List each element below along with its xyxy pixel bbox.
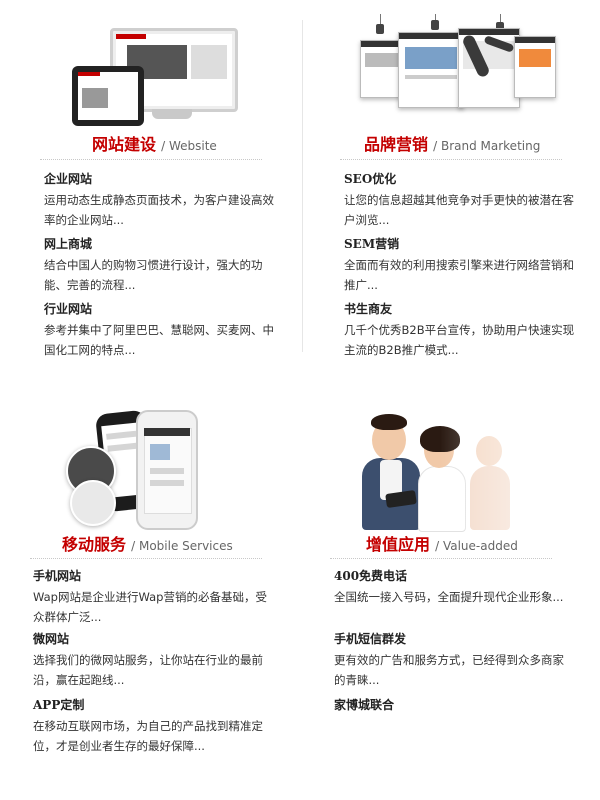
item-desc: 让您的信息超越其他竞争对手更快的被潜在客户浏览... [344, 193, 574, 227]
item-desc: 几千个优秀B2B平台宣传，协助用户快速实现主流的B2B推广模式... [344, 323, 575, 357]
item-desc: 运用动态生成静态页面技术，为客户建设高效率的企业网站... [44, 193, 274, 227]
title-en: / Value-added [435, 539, 518, 553]
item-desc: 更有效的广告和服务方式，已经得到众多商家的青睐... [334, 653, 564, 687]
item-desc: 选择我们的微网站服务，让你站在行业的最前沿，赢在起跑线... [33, 653, 263, 687]
item-desc: 全面而有效的利用搜索引擎来进行网络营销和推广... [344, 258, 574, 292]
item-title[interactable]: 微网站 [33, 630, 273, 648]
item-title[interactable]: 400免费电话 [334, 567, 574, 585]
list-item[interactable]: 400免费电话 全国统一接入号码，全面提升现代企业形象... [334, 567, 574, 607]
smartphones-illustration [0, 400, 300, 530]
item-title[interactable]: 书生商友 [344, 300, 584, 318]
item-title[interactable]: 企业网站 [44, 170, 284, 188]
title-cn[interactable]: 网站建设 [92, 135, 156, 154]
item-title[interactable]: SEM营销 [344, 235, 584, 253]
section-title-brand[interactable]: 品牌营销 / Brand Marketing [364, 134, 540, 157]
title-cn[interactable]: 品牌营销 [364, 135, 428, 154]
section-title-value[interactable]: 增值应用 / Value-added [366, 534, 518, 557]
list-item[interactable]: 手机短信群发 更有效的广告和服务方式，已经得到众多商家的青睐... [334, 630, 574, 690]
item-desc: 全国统一接入号码，全面提升现代企业形象... [334, 590, 564, 604]
list-item[interactable]: 企业网站 运用动态生成静态页面技术，为客户建设高效率的企业网站... [44, 170, 284, 230]
item-title[interactable]: 家博城联合 [334, 696, 574, 714]
item-title[interactable]: SEO优化 [344, 170, 584, 188]
list-item[interactable]: 行业网站 参考并集中了阿里巴巴、慧聪网、买麦网、中国化工网的特点... [44, 300, 284, 360]
item-title[interactable]: 网上商城 [44, 235, 284, 253]
dotted-divider [330, 558, 552, 559]
item-title[interactable]: 手机短信群发 [334, 630, 574, 648]
dotted-divider [30, 558, 262, 559]
item-desc: Wap网站是企业进行Wap营销的必备基础，受众群体广泛... [33, 590, 267, 624]
list-item[interactable]: 微网站 选择我们的微网站服务，让你站在行业的最前沿，赢在起跑线... [33, 630, 273, 690]
list-item[interactable]: 手机网站 Wap网站是企业进行Wap营销的必备基础，受众群体广泛... [33, 567, 273, 627]
item-desc: 在移动互联网市场，为自己的产品找到精准定位，才是创业者生存的最好保障... [33, 719, 263, 753]
list-item[interactable]: APP定制 在移动互联网市场，为自己的产品找到精准定位，才是创业者生存的最好保障… [33, 696, 273, 756]
webpages-display-illustration [300, 0, 600, 132]
item-title[interactable]: 手机网站 [33, 567, 273, 585]
title-en: / Brand Marketing [433, 139, 541, 153]
item-title[interactable]: 行业网站 [44, 300, 284, 318]
list-item[interactable]: 书生商友 几千个优秀B2B平台宣传，协助用户快速实现主流的B2B推广模式... [344, 300, 584, 360]
item-desc: 结合中国人的购物习惯进行设计，强大的功能、完善的流程... [44, 258, 263, 292]
dotted-divider [40, 159, 262, 160]
business-people-photo [300, 400, 600, 532]
list-item[interactable]: SEO优化 让您的信息超越其他竞争对手更快的被潜在客户浏览... [344, 170, 584, 230]
title-en: / Website [161, 139, 217, 153]
item-desc: 参考并集中了阿里巴巴、慧聪网、买麦网、中国化工网的特点... [44, 323, 274, 357]
item-title[interactable]: APP定制 [33, 696, 273, 714]
monitor-tablet-illustration [0, 0, 300, 132]
section-title-mobile[interactable]: 移动服务 / Mobile Services [62, 534, 233, 557]
list-item[interactable]: 网上商城 结合中国人的购物习惯进行设计，强大的功能、完善的流程... [44, 235, 284, 295]
title-cn[interactable]: 增值应用 [366, 535, 430, 554]
section-title-website[interactable]: 网站建设 / Website [92, 134, 217, 157]
list-item[interactable]: 家博城联合 [334, 696, 574, 714]
title-cn[interactable]: 移动服务 [62, 535, 126, 554]
dotted-divider [340, 159, 562, 160]
list-item[interactable]: SEM营销 全面而有效的利用搜索引擎来进行网络营销和推广... [344, 235, 584, 295]
title-en: / Mobile Services [131, 539, 233, 553]
